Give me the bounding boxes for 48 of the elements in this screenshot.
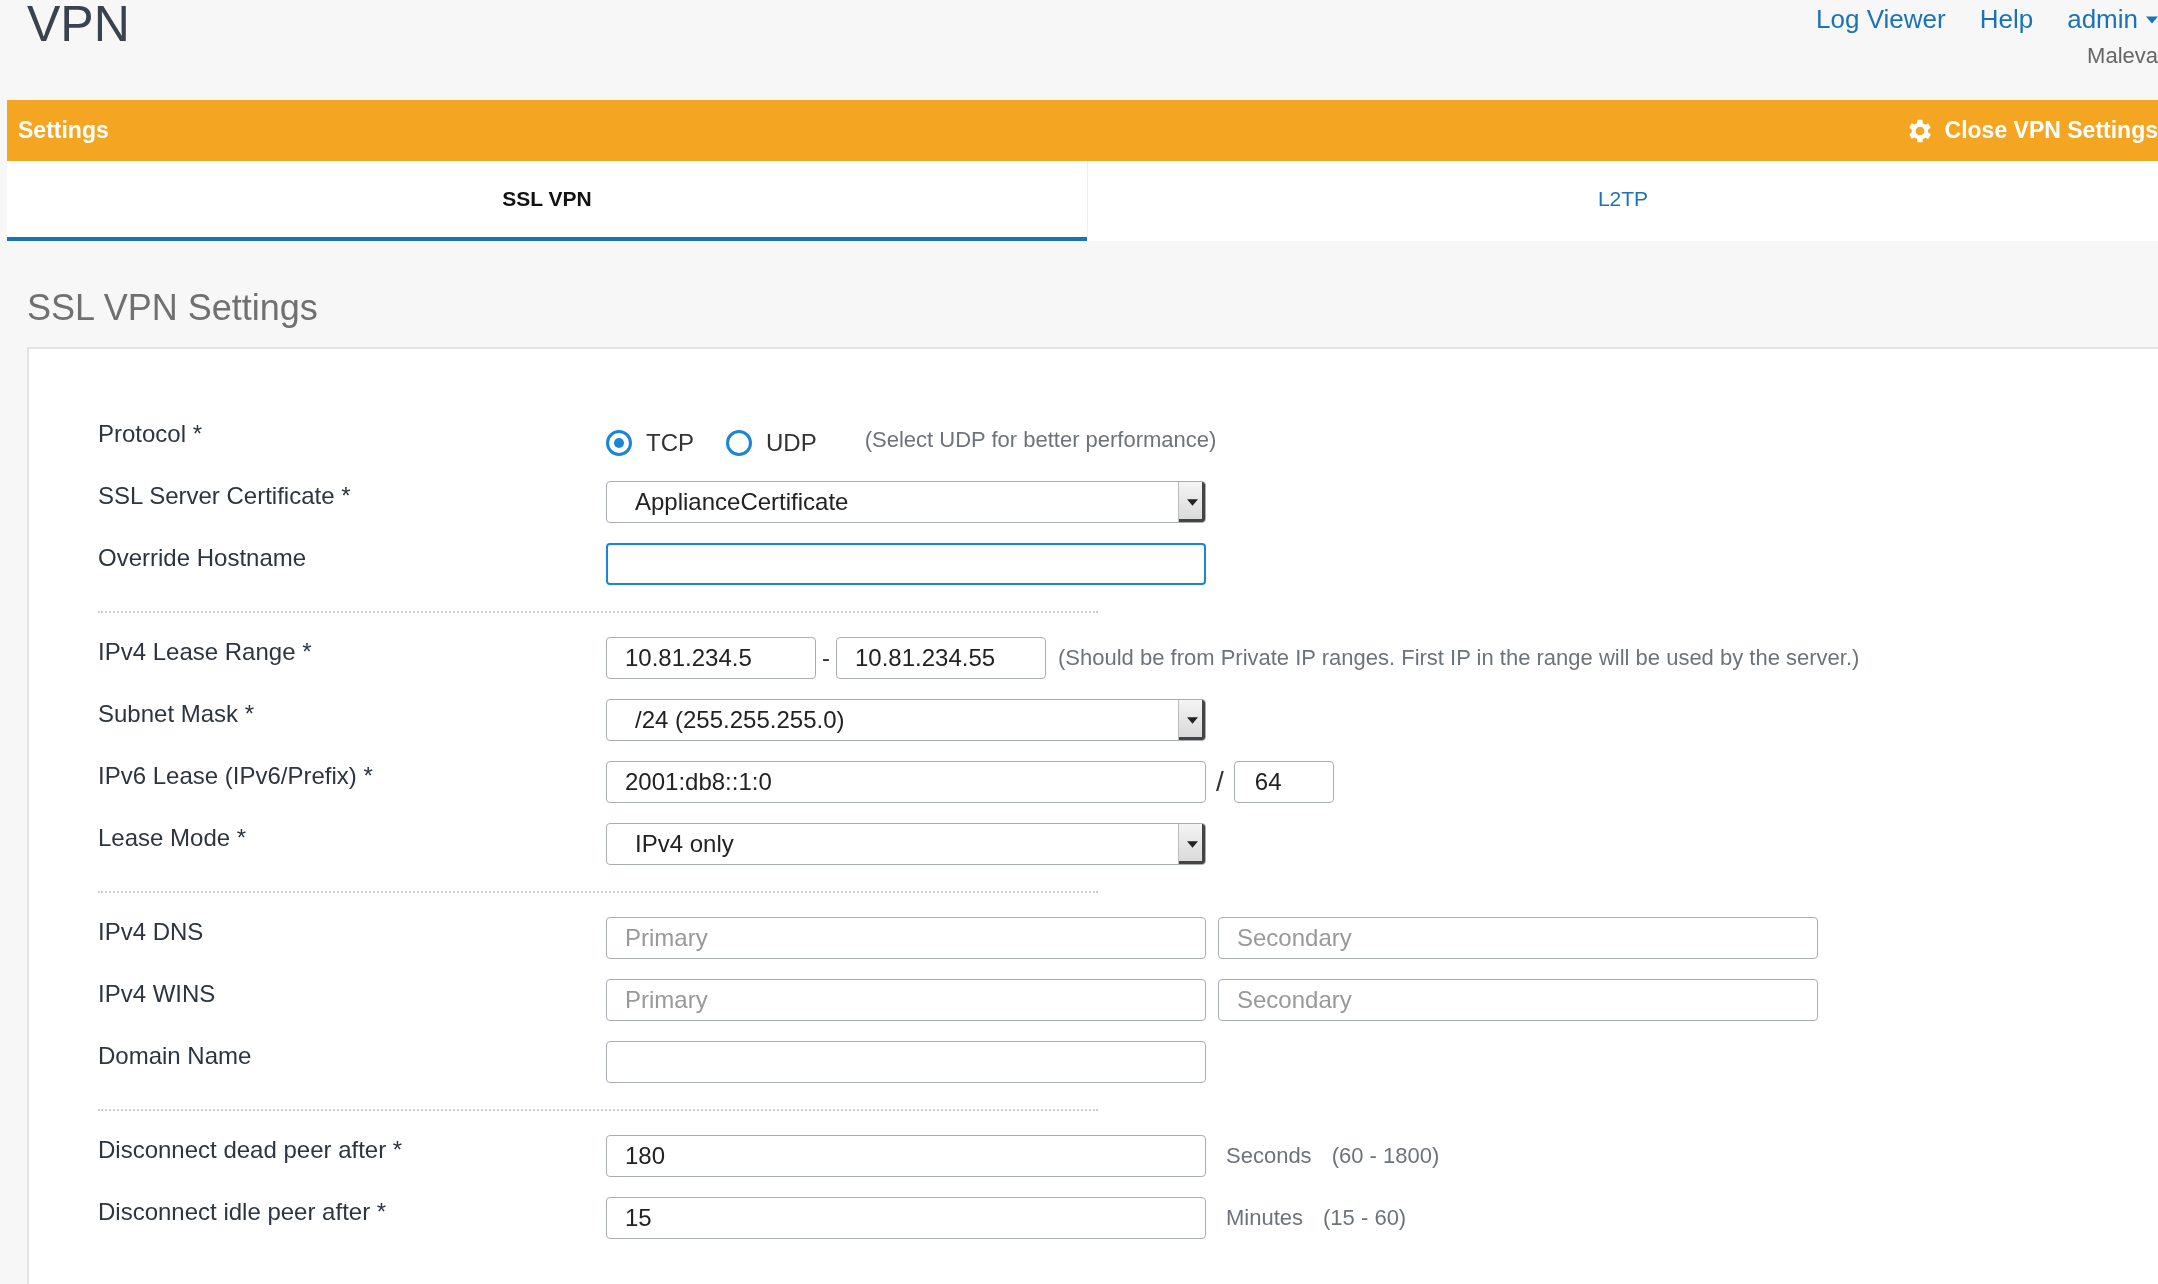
text-field[interactable]: 10.81.234.5: [606, 637, 816, 679]
field-label: Override Hostname: [98, 544, 308, 572]
text-field[interactable]: Primary: [606, 979, 1206, 1021]
field-label: IPv4 DNS: [98, 918, 205, 946]
text-field[interactable]: Secondary: [1218, 917, 1818, 959]
radio-button[interactable]: [606, 430, 632, 456]
device-name: Maleva: [2087, 43, 2158, 69]
field-label: SSL Server Certificate *: [98, 482, 352, 510]
header-link[interactable]: Log Viewer: [1816, 4, 1946, 35]
range-separator: -: [822, 644, 830, 672]
radio-button[interactable]: [726, 430, 752, 456]
field-label: IPv4 WINS: [98, 980, 217, 1008]
unit-text: Minutes: [1226, 1205, 1304, 1231]
section-title: SSL VPN Settings: [26, 286, 319, 330]
field-label: Disconnect dead peer after *: [98, 1136, 404, 1164]
hint-text: (Select UDP for better performance): [864, 427, 1217, 453]
text-field[interactable]: 2001:db8::1:0: [606, 761, 1206, 803]
select-field[interactable]: IPv4 only: [606, 823, 1206, 865]
text-field[interactable]: 64: [1233, 761, 1334, 803]
text-field[interactable]: [606, 1041, 1206, 1083]
radio-label: UDP: [766, 429, 817, 457]
range-hint: (15 - 60): [1323, 1205, 1407, 1231]
tab[interactable]: L2TP: [1087, 161, 2158, 241]
text-field[interactable]: 180: [606, 1135, 1206, 1177]
select-field[interactable]: /24 (255.255.255.0): [606, 699, 1206, 741]
caret-icon: [2146, 15, 2158, 24]
radio-label: TCP: [646, 429, 694, 457]
field-label: Domain Name: [98, 1042, 253, 1070]
settings-title: Settings: [18, 117, 109, 144]
text-field[interactable]: 15: [606, 1197, 1206, 1239]
field-label: Disconnect idle peer after *: [98, 1198, 388, 1226]
text-field[interactable]: 10.81.234.55: [836, 637, 1046, 679]
field-label: Protocol *: [98, 420, 204, 448]
page-title: VPN: [27, 0, 130, 54]
hint-text: (Should be from Private IP ranges. First IP in the range will be used by the server.): [1058, 645, 1860, 671]
field-label: IPv6 Lease (IPv6/Prefix) *: [98, 762, 374, 790]
text-field[interactable]: [606, 543, 1206, 585]
select-field[interactable]: ApplianceCertificate: [606, 481, 1206, 523]
prefix-separator: /: [1216, 766, 1224, 798]
text-field[interactable]: Primary: [606, 917, 1206, 959]
field-label: Subnet Mask *: [98, 700, 256, 728]
field-label: IPv4 Lease Range *: [98, 638, 313, 666]
range-hint: (60 - 1800): [1331, 1143, 1440, 1169]
unit-text: Seconds: [1226, 1143, 1312, 1169]
header-link[interactable]: Help: [1979, 4, 2034, 35]
user-menu[interactable]: admin: [2067, 4, 2158, 35]
text-field[interactable]: Secondary: [1218, 979, 1818, 1021]
field-label: Lease Mode *: [98, 824, 248, 852]
